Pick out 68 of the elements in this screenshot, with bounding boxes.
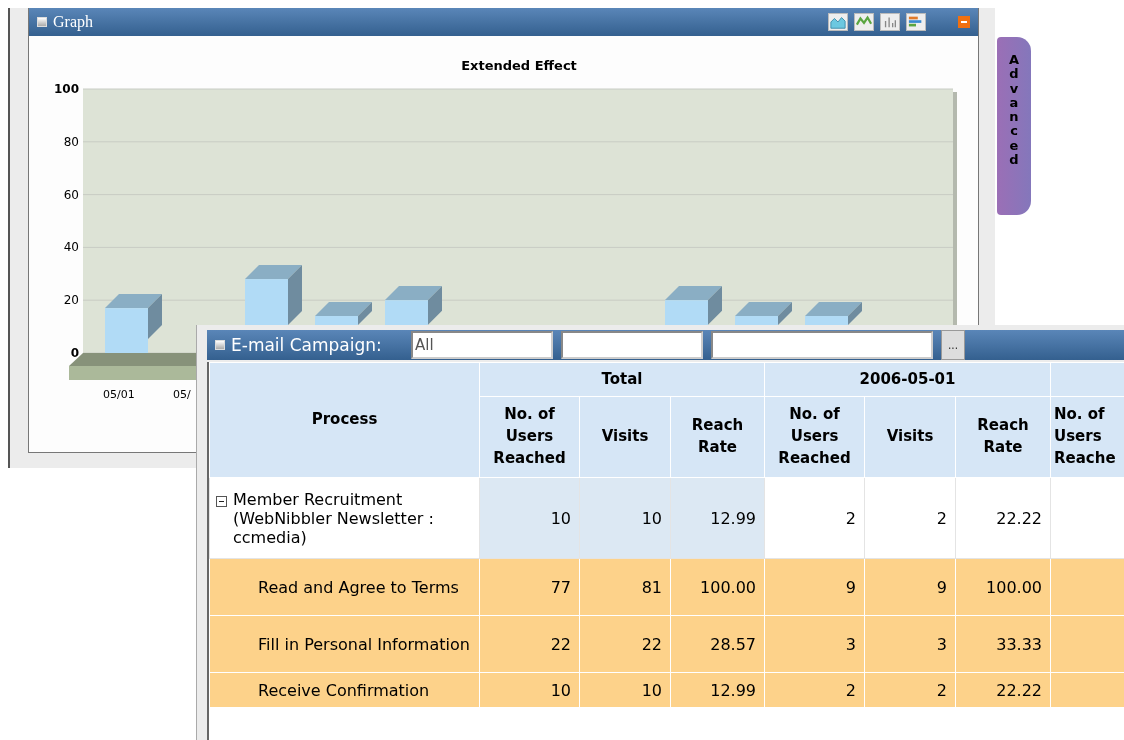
filter-field[interactable]: All xyxy=(411,331,553,359)
collapse-icon[interactable] xyxy=(216,495,227,507)
table-cell: 22.22 xyxy=(955,672,1051,708)
horizontal-bar-chart-icon[interactable] xyxy=(906,13,926,31)
table-cell: 22.22 xyxy=(955,477,1051,559)
column-header: Visits xyxy=(864,396,956,478)
bar-depth-drawing xyxy=(315,302,372,325)
column-header: Reach Rate xyxy=(670,396,765,478)
table-cell: 2 xyxy=(864,672,956,708)
bar-chart-icon[interactable] xyxy=(880,13,900,31)
bar-depth-drawing xyxy=(805,302,862,325)
column-header: No. of Users Reache xyxy=(1050,396,1124,478)
table-cell: 22 xyxy=(479,615,580,673)
column-group-header: 2006-05-01 xyxy=(764,362,1051,397)
panel-title: E-mail Campaign: xyxy=(207,335,403,355)
filter-field[interactable] xyxy=(711,331,933,359)
minimize-icon[interactable] xyxy=(958,16,970,28)
table-cell: 100.00 xyxy=(670,558,765,616)
table-cell: 81 xyxy=(579,558,671,616)
table-cell: 10 xyxy=(479,672,580,708)
bar xyxy=(105,308,148,353)
panel-title: Graph xyxy=(53,13,93,31)
table-cell: 22 xyxy=(579,615,671,673)
table-cell: 12.99 xyxy=(670,477,765,559)
process-name: Member Recruitment (WebNibbler Newsletter : ccmedia) xyxy=(233,489,435,547)
y-tick-label: 20 xyxy=(63,293,79,308)
y-tick-label: 0 xyxy=(70,346,79,360)
bar-depth-drawing xyxy=(665,286,722,325)
x-tick-label: 05/ xyxy=(173,388,191,401)
process-step-cell: Receive Confirmation xyxy=(209,672,480,708)
table-cell: 10 xyxy=(579,477,671,559)
bar-depth-drawing xyxy=(385,286,442,325)
line-chart-icon[interactable] xyxy=(854,13,874,31)
y-tick-label: 60 xyxy=(63,187,79,202)
column-header: Process xyxy=(209,362,480,478)
table-cell: 2 xyxy=(864,477,956,559)
table-cell: 10 xyxy=(579,672,671,708)
filter-field[interactable] xyxy=(561,331,703,359)
table-cell: 12.99 xyxy=(670,672,765,708)
process-step-cell: Fill in Personal Information xyxy=(209,615,480,673)
y-tick-label: 100 xyxy=(53,82,79,96)
bar-depth-drawing xyxy=(245,265,302,325)
table-cell: 2 xyxy=(764,672,865,708)
column-header: Reach Rate xyxy=(955,396,1051,478)
column-header: No. of Users Reached xyxy=(479,396,580,478)
x-tick-label: 05/01 xyxy=(103,388,135,401)
table-cell: 3 xyxy=(764,615,865,673)
column-group-header: Total xyxy=(479,362,765,397)
advanced-tab[interactable]: Advanced xyxy=(997,37,1031,215)
column-header: Visits xyxy=(579,396,671,478)
table-cell: 9 xyxy=(864,558,956,616)
chart-title: Extended Effect xyxy=(461,58,577,73)
table-cell: 3 xyxy=(864,615,956,673)
table-cell: 2 xyxy=(764,477,865,559)
table-cell: 100.00 xyxy=(955,558,1051,616)
process-step-cell: Read and Agree to Terms xyxy=(209,558,480,616)
area-chart-icon[interactable] xyxy=(828,13,848,31)
y-tick-label: 40 xyxy=(63,240,79,255)
y-tick-label: 80 xyxy=(63,134,79,149)
bar-depth-drawing xyxy=(105,294,162,339)
table-cell: 33.33 xyxy=(955,615,1051,673)
table-cell: 10 xyxy=(479,477,580,559)
table-cell: 77 xyxy=(479,558,580,616)
browse-button[interactable]: ... xyxy=(941,330,965,360)
table-cell: 9 xyxy=(764,558,865,616)
column-header: No. of Users Reached xyxy=(764,396,865,478)
bar-depth-drawing xyxy=(735,302,792,325)
table-cell: 28.57 xyxy=(670,615,765,673)
